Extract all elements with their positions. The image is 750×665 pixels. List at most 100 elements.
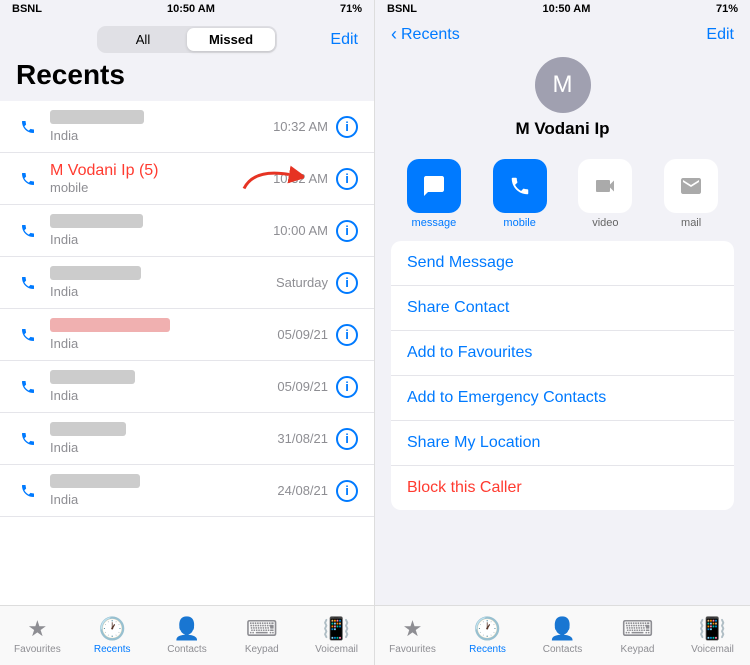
tab-label-keypad-right: Keypad bbox=[621, 644, 655, 655]
option-add-favourites[interactable]: Add to Favourites bbox=[391, 331, 734, 376]
option-share-location[interactable]: Share My Location bbox=[391, 421, 734, 466]
contacts-icon: 👤 bbox=[173, 616, 200, 642]
action-message-label: message bbox=[412, 217, 457, 229]
info-button[interactable]: i bbox=[336, 428, 358, 450]
action-row: message mobile video mail bbox=[375, 151, 750, 241]
action-mail-label: mail bbox=[681, 217, 701, 229]
call-time: 10:00 AM bbox=[273, 223, 328, 238]
info-button[interactable]: i bbox=[336, 116, 358, 138]
action-video[interactable]: video bbox=[570, 159, 640, 229]
info-button[interactable]: i bbox=[336, 168, 358, 190]
tab-contacts-left[interactable]: 👤 Contacts bbox=[150, 616, 225, 655]
contact-name: M Vodani Ip bbox=[515, 119, 609, 139]
tab-contacts-right[interactable]: 👤 Contacts bbox=[525, 616, 600, 655]
tab-recents-left[interactable]: 🕐 Recents bbox=[75, 616, 150, 655]
call-time: Saturday bbox=[276, 275, 328, 290]
call-time: 10:32 AM bbox=[273, 171, 328, 186]
options-list: Send Message Share Contact Add to Favour… bbox=[375, 241, 750, 605]
call-phone-icon bbox=[16, 327, 40, 343]
call-phone-icon bbox=[16, 171, 40, 187]
call-sub: India bbox=[50, 284, 276, 299]
info-button[interactable]: i bbox=[336, 272, 358, 294]
call-time: 05/09/21 bbox=[277, 379, 328, 394]
call-sub: India bbox=[50, 492, 277, 507]
info-button[interactable]: i bbox=[336, 480, 358, 502]
voicemail-icon: 📳 bbox=[323, 616, 350, 642]
call-details: India bbox=[50, 370, 277, 403]
seg-missed[interactable]: Missed bbox=[187, 28, 275, 51]
keypad-icon-right: ⌨ bbox=[622, 616, 654, 642]
action-mobile[interactable]: mobile bbox=[485, 159, 555, 229]
call-time: 31/08/21 bbox=[277, 431, 328, 446]
tab-voicemail-left[interactable]: 📳 Voicemail bbox=[299, 616, 374, 655]
tab-label-voicemail-left: Voicemail bbox=[315, 644, 358, 655]
right-tab-bar: ★ Favourites 🕐 Recents 👤 Contacts ⌨ Keyp… bbox=[375, 605, 750, 665]
action-message[interactable]: message bbox=[399, 159, 469, 229]
call-name bbox=[50, 266, 276, 284]
call-item[interactable]: India 10:32 AM i bbox=[0, 101, 374, 153]
call-sub: India bbox=[50, 336, 277, 351]
info-button[interactable]: i bbox=[336, 376, 358, 398]
call-item[interactable]: India 10:00 AM i bbox=[0, 205, 374, 257]
left-battery: 71% bbox=[340, 3, 362, 15]
tab-voicemail-right[interactable]: 📳 Voicemail bbox=[675, 616, 750, 655]
call-sub: India bbox=[50, 128, 273, 143]
right-edit-button[interactable]: Edit bbox=[706, 26, 734, 44]
call-details: M Vodani Ip (5) mobile bbox=[50, 162, 273, 195]
option-send-message[interactable]: Send Message bbox=[391, 241, 734, 286]
left-header: All Missed Edit Recents bbox=[0, 18, 374, 101]
segmented-control[interactable]: All Missed bbox=[97, 26, 277, 53]
option-block-caller[interactable]: Block this Caller bbox=[391, 466, 734, 510]
action-mobile-label: mobile bbox=[503, 217, 535, 229]
tab-keypad-right[interactable]: ⌨ Keypad bbox=[600, 616, 675, 655]
keypad-icon: ⌨ bbox=[246, 616, 278, 642]
option-add-emergency[interactable]: Add to Emergency Contacts bbox=[391, 376, 734, 421]
option-share-contact[interactable]: Share Contact bbox=[391, 286, 734, 331]
right-carrier: BSNL bbox=[387, 3, 417, 15]
call-item[interactable]: India 05/09/21 i bbox=[0, 361, 374, 413]
left-time: 10:50 AM bbox=[167, 3, 215, 15]
right-panel: ‹ Recents Edit M M Vodani Ip message mob… bbox=[375, 18, 750, 665]
left-edit-button[interactable]: Edit bbox=[330, 31, 358, 49]
action-video-label: video bbox=[592, 217, 618, 229]
call-time: 10:32 AM bbox=[273, 119, 328, 134]
back-button[interactable]: ‹ Recents bbox=[391, 24, 460, 45]
call-sub: India bbox=[50, 232, 273, 247]
right-battery: 71% bbox=[716, 3, 738, 15]
call-phone-icon bbox=[16, 275, 40, 291]
call-sub: India bbox=[50, 440, 277, 455]
call-time: 24/08/21 bbox=[277, 483, 328, 498]
call-list: India 10:32 AM i M Vodani Ip (5) mobile … bbox=[0, 101, 374, 605]
call-details: India bbox=[50, 474, 277, 507]
video-icon-box bbox=[578, 159, 632, 213]
call-details: India bbox=[50, 318, 277, 351]
voicemail-icon-right: 📳 bbox=[699, 616, 726, 642]
options-section: Send Message Share Contact Add to Favour… bbox=[391, 241, 734, 510]
call-name bbox=[50, 214, 273, 232]
tab-favourites-left[interactable]: ★ Favourites bbox=[0, 616, 75, 655]
call-item[interactable]: India 31/08/21 i bbox=[0, 413, 374, 465]
call-time: 05/09/21 bbox=[277, 327, 328, 342]
contact-header: M M Vodani Ip bbox=[375, 53, 750, 151]
seg-all[interactable]: All bbox=[99, 28, 187, 51]
tab-recents-right[interactable]: 🕐 Recents bbox=[450, 616, 525, 655]
chevron-left-icon: ‹ bbox=[391, 24, 397, 45]
call-sub: India bbox=[50, 388, 277, 403]
call-details: India bbox=[50, 110, 273, 143]
call-name bbox=[50, 110, 273, 128]
info-button[interactable]: i bbox=[336, 324, 358, 346]
tab-keypad-left[interactable]: ⌨ Keypad bbox=[224, 616, 299, 655]
recents-title: Recents bbox=[16, 59, 358, 91]
left-carrier: BSNL bbox=[12, 3, 42, 15]
tab-favourites-right[interactable]: ★ Favourites bbox=[375, 616, 450, 655]
call-item[interactable]: M Vodani Ip (5) mobile 10:32 AM i bbox=[0, 153, 374, 205]
info-button[interactable]: i bbox=[336, 220, 358, 242]
call-name bbox=[50, 422, 277, 440]
left-tab-bar: ★ Favourites 🕐 Recents 👤 Contacts ⌨ Keyp… bbox=[0, 605, 374, 665]
call-item[interactable]: India 05/09/21 i bbox=[0, 309, 374, 361]
call-name bbox=[50, 318, 277, 336]
action-mail[interactable]: mail bbox=[656, 159, 726, 229]
call-item[interactable]: India 24/08/21 i bbox=[0, 465, 374, 517]
recents-icon-right: 🕐 bbox=[474, 616, 501, 642]
call-item[interactable]: India Saturday i bbox=[0, 257, 374, 309]
